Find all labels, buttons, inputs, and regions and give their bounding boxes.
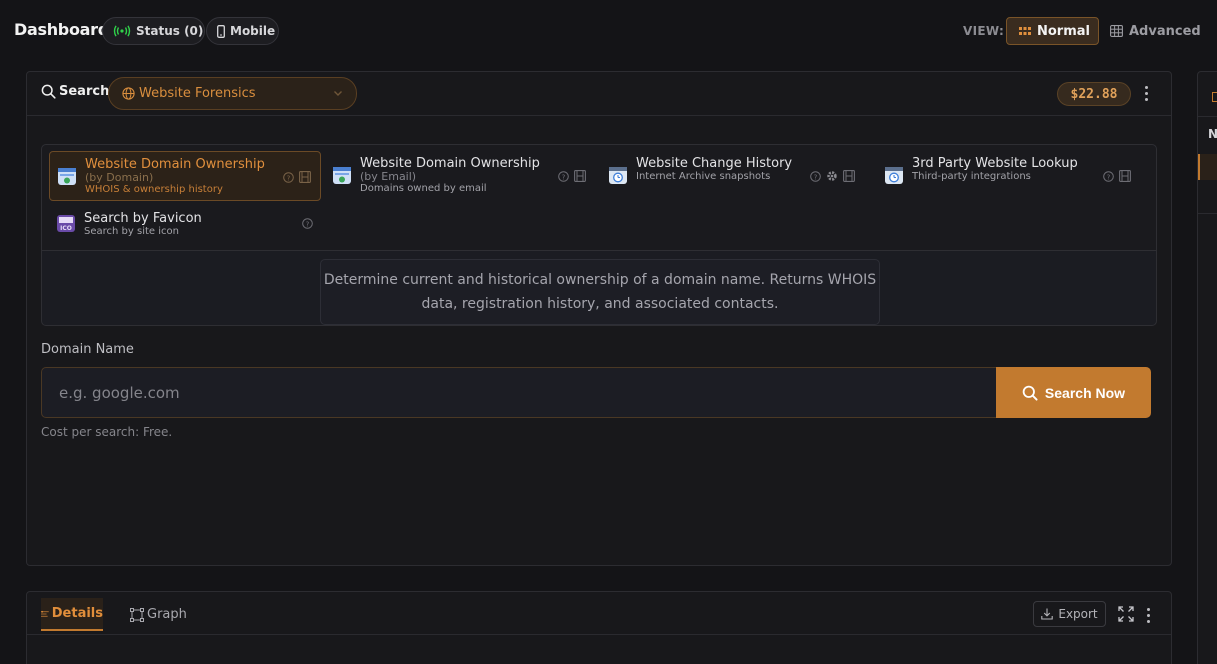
status-button[interactable]: Status (0)	[102, 17, 205, 45]
view-advanced-label: Advanced	[1129, 23, 1201, 39]
table-icon	[1110, 25, 1123, 37]
category-select[interactable]: Website Forensics	[108, 77, 357, 110]
tool-list: Website Domain Ownership (by Domain) WHO…	[42, 145, 1156, 251]
status-label: Status (0)	[136, 24, 204, 38]
credit-balance-badge: $22.88	[1057, 82, 1131, 106]
tool-desc: Domains owned by email	[360, 183, 487, 194]
broadcast-icon	[113, 25, 131, 37]
help-icon[interactable]: ?	[283, 171, 294, 183]
graph-icon	[130, 607, 144, 622]
tool-domain-ownership-by-domain[interactable]: Website Domain Ownership (by Domain) WHO…	[49, 151, 321, 201]
more-options-icon[interactable]	[1145, 86, 1149, 101]
svg-text:?: ?	[306, 220, 310, 228]
svg-text:?: ?	[562, 173, 566, 181]
svg-text:ICO: ICO	[60, 225, 72, 232]
domain-name-input[interactable]	[41, 367, 997, 418]
tool-name: Website Change History	[636, 156, 793, 171]
tool-name: Website Domain Ownership	[85, 157, 265, 172]
more-options-icon[interactable]	[1147, 608, 1151, 623]
search-panel: Search Website Forensics $22.88 Website …	[26, 71, 1172, 566]
film-icon[interactable]	[1119, 170, 1131, 182]
search-heading: Search	[41, 84, 109, 99]
view-label: VIEW:	[963, 24, 1005, 38]
archive-clock-icon	[885, 167, 903, 184]
film-icon[interactable]	[574, 170, 586, 182]
tool-selector: Website Domain Ownership (by Domain) WHO…	[41, 144, 1157, 326]
tab-details[interactable]: Details	[41, 598, 103, 631]
mobile-button[interactable]: Mobile	[206, 17, 279, 45]
tool-actions: ?	[302, 218, 313, 229]
list-icon[interactable]	[1212, 92, 1217, 102]
tool-desc: WHOIS & ownership history	[85, 184, 223, 195]
view-advanced-button[interactable]: Advanced	[1104, 17, 1217, 45]
film-icon[interactable]	[299, 171, 311, 183]
tool-desc: Search by site icon	[84, 226, 179, 237]
search-panel-header: Search Website Forensics $22.88	[27, 72, 1171, 116]
svg-text:?: ?	[1107, 173, 1111, 181]
fullscreen-icon[interactable]	[1118, 606, 1134, 622]
tool-actions: ?	[1103, 170, 1131, 182]
results-panel: Details Graph Export	[26, 591, 1172, 664]
export-button[interactable]: Export	[1033, 601, 1106, 627]
search-now-button[interactable]: Search Now	[996, 367, 1151, 418]
tab-graph-label: Graph	[147, 607, 187, 622]
category-select-value: Website Forensics	[139, 86, 256, 101]
side-panel: N	[1197, 71, 1217, 664]
favicon-icon: ICO	[57, 215, 75, 232]
search-icon	[1022, 385, 1038, 401]
domain-name-label: Domain Name	[41, 342, 134, 357]
tool-domain-ownership-by-email[interactable]: Website Domain Ownership (by Email) Doma…	[325, 151, 597, 201]
export-label: Export	[1058, 607, 1098, 621]
tool-actions: ?	[810, 170, 855, 182]
tool-website-change-history[interactable]: Website Change History Internet Archive …	[601, 151, 873, 201]
tool-actions: ?	[558, 170, 586, 182]
side-divider	[1198, 116, 1217, 117]
archive-clock-icon	[609, 167, 627, 184]
side-row[interactable]	[1198, 184, 1217, 214]
svg-text:?: ?	[814, 173, 818, 181]
view-normal-label: Normal	[1037, 23, 1090, 39]
search-heading-label: Search	[59, 84, 110, 99]
download-icon	[1041, 608, 1054, 620]
film-icon[interactable]	[843, 170, 855, 182]
mobile-icon	[217, 24, 225, 38]
tab-graph[interactable]: Graph	[130, 598, 187, 631]
whois-icon	[58, 168, 76, 185]
tab-details-label: Details	[51, 606, 103, 621]
results-panel-header: Details Graph Export	[27, 592, 1171, 635]
side-active-row[interactable]	[1198, 154, 1217, 180]
chevron-down-icon	[334, 91, 342, 96]
search-icon	[41, 84, 56, 99]
gear-icon[interactable]	[826, 170, 838, 182]
side-column-header: N	[1208, 127, 1217, 141]
page-title: Dashboard	[14, 20, 109, 39]
tool-name: Website Domain Ownership	[360, 156, 540, 171]
help-icon[interactable]: ?	[302, 218, 313, 229]
help-icon[interactable]: ?	[558, 170, 569, 182]
cost-per-search: Cost per search: Free.	[41, 425, 173, 439]
tool-name: Search by Favicon	[84, 211, 202, 226]
tool-name: 3rd Party Website Lookup	[912, 156, 1078, 171]
view-normal-button[interactable]: Normal	[1006, 17, 1099, 45]
help-icon[interactable]: ?	[1103, 170, 1114, 182]
tool-description: Determine current and historical ownersh…	[320, 259, 880, 325]
details-list-icon	[41, 610, 49, 617]
whois-icon	[333, 167, 351, 184]
globe-icon	[122, 87, 135, 100]
mobile-label: Mobile	[230, 24, 276, 38]
top-bar: Dashboard Status (0) Mobile VIEW: Normal	[0, 0, 1217, 62]
help-icon[interactable]: ?	[810, 170, 821, 182]
search-now-label: Search Now	[1044, 384, 1126, 401]
tool-actions: ?	[283, 171, 311, 183]
svg-text:?: ?	[287, 174, 291, 182]
grid-dots-icon	[1019, 27, 1031, 35]
tool-search-by-favicon[interactable]: ICO Search by Favicon Search by site ico…	[49, 206, 321, 248]
tool-third-party-lookup[interactable]: 3rd Party Website Lookup Third-party int…	[877, 151, 1149, 201]
